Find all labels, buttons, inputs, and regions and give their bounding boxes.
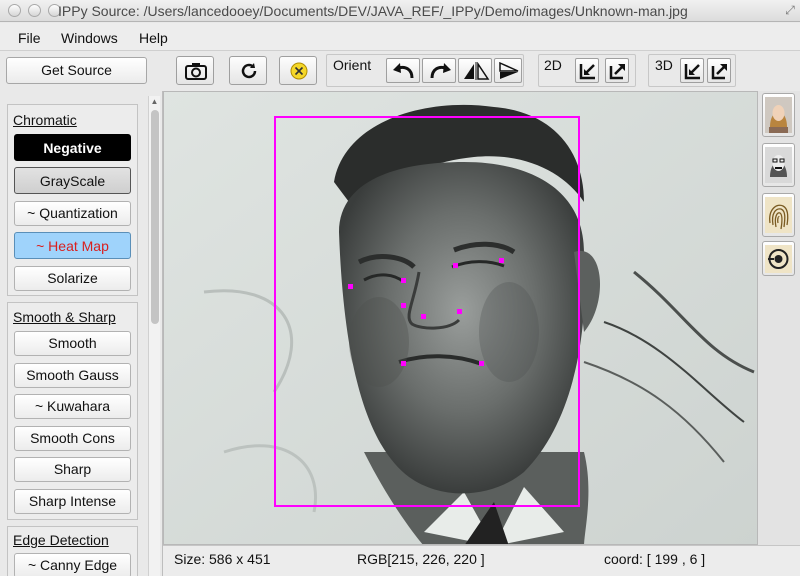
import-2d-button[interactable] [575, 58, 599, 83]
menu-windows[interactable]: Windows [61, 30, 118, 46]
quantization-button[interactable]: ~ Quantization [14, 201, 131, 226]
fingerprint-button[interactable] [762, 193, 795, 237]
fingerprint-icon [765, 197, 792, 233]
orient-label: Orient [333, 57, 372, 73]
export-3d-button[interactable] [707, 58, 731, 83]
close-window-button[interactable] [8, 4, 21, 17]
image-canvas[interactable] [163, 91, 758, 545]
title-bar: IPPy Source: /Users/lancedooey/Documents… [0, 0, 800, 22]
face-detect-icon [765, 147, 792, 183]
minimize-window-button[interactable] [28, 4, 41, 17]
export-out-icon [609, 64, 625, 80]
negative-button[interactable]: Negative [14, 134, 131, 161]
scroll-up-arrow-icon[interactable]: ▲ [149, 96, 160, 108]
label-3d: 3D [655, 57, 673, 73]
face-color-button[interactable] [762, 93, 795, 137]
close-circle-icon [290, 62, 308, 80]
export-2d-group: 2D [538, 54, 636, 87]
image-size-readout: Size: 586 x 451 [174, 551, 271, 567]
export-in-icon [684, 64, 700, 80]
refresh-icon [241, 63, 257, 79]
export-3d-group: 3D [648, 54, 736, 87]
face-color-icon [765, 97, 792, 133]
orient-group: Orient [326, 54, 524, 87]
label-2d: 2D [544, 57, 562, 73]
heat-map-button[interactable]: ~ Heat Map [14, 232, 131, 259]
get-source-button[interactable]: Get Source [6, 57, 147, 84]
portrait-image [164, 92, 757, 544]
flip-horizontal-button[interactable] [458, 58, 492, 83]
capture-button[interactable] [176, 56, 214, 85]
rotate-right-button[interactable] [422, 58, 456, 83]
grayscale-button[interactable]: GrayScale [14, 167, 131, 194]
rotate-left-button[interactable] [386, 58, 420, 83]
edge-detection-title: Edge Detection [13, 532, 109, 548]
sharp-intense-button[interactable]: Sharp Intense [14, 489, 131, 514]
rgb-readout: RGB[215, 226, 220 ] [357, 551, 485, 567]
coord-readout: coord: [ 199 , 6 ] [604, 551, 706, 567]
canny-edge-button[interactable]: ~ Canny Edge [14, 553, 131, 576]
status-bar: Size: 586 x 451 RGB[215, 226, 220 ] coor… [163, 545, 800, 576]
reload-button[interactable] [229, 56, 267, 85]
solarize-button[interactable]: Solarize [14, 266, 131, 291]
smooth-gauss-button[interactable]: Smooth Gauss [14, 363, 131, 388]
export-2d-button[interactable] [605, 58, 629, 83]
chromatic-title: Chromatic [13, 112, 77, 128]
flip-horizontal-icon [464, 62, 490, 80]
camera-icon [185, 63, 207, 80]
flip-vertical-button[interactable] [494, 58, 522, 83]
smooth-cons-button[interactable]: Smooth Cons [14, 426, 131, 451]
clear-button[interactable] [279, 56, 317, 85]
kuwahara-button[interactable]: ~ Kuwahara [14, 394, 131, 419]
sidebar-scrollbar[interactable]: ▲ [148, 96, 160, 576]
export-out-icon [711, 64, 727, 80]
import-3d-button[interactable] [680, 58, 704, 83]
iris-icon [765, 245, 792, 273]
window-title: IPPy Source: /Users/lancedooey/Documents… [58, 3, 688, 19]
fullscreen-icon[interactable]: ⤢ [782, 2, 798, 18]
smooth-sharp-title: Smooth & Sharp [13, 309, 116, 325]
smooth-button[interactable]: Smooth [14, 331, 131, 356]
menu-bar: File Windows Help [0, 23, 800, 51]
scroll-thumb[interactable] [151, 110, 159, 324]
face-detect-button[interactable] [762, 143, 795, 187]
iris-button[interactable] [762, 241, 795, 276]
flip-vertical-icon [499, 62, 519, 79]
rotate-left-icon [393, 63, 414, 79]
menu-help[interactable]: Help [139, 30, 168, 46]
export-in-icon [579, 64, 595, 80]
rotate-right-icon [430, 63, 451, 79]
menu-file[interactable]: File [18, 30, 41, 46]
sharp-button[interactable]: Sharp [14, 457, 131, 482]
